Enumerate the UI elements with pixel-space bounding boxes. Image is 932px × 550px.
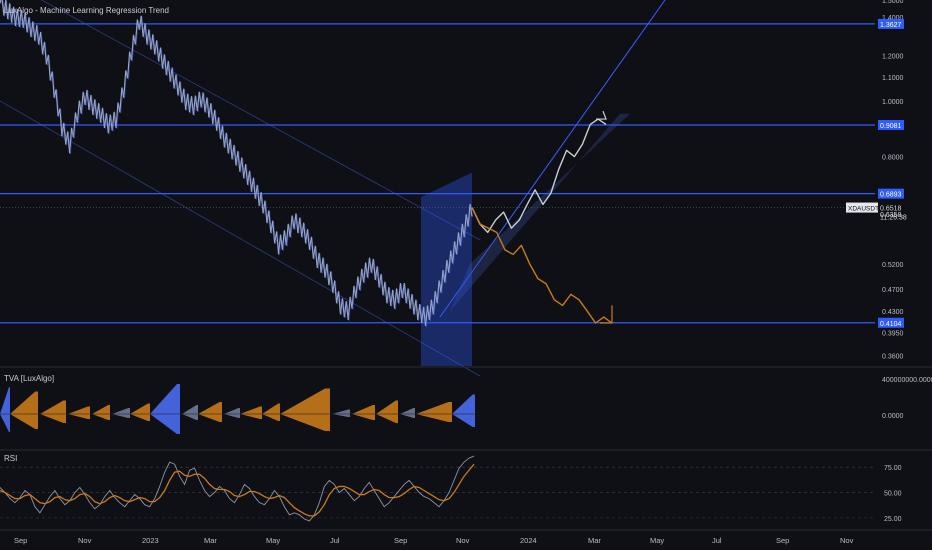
rsi-indicator-title: RSI <box>4 454 17 463</box>
price-axis-tick: 0.8000 <box>882 155 904 162</box>
rsi-axis-tick: 50.00 <box>884 491 902 498</box>
time-axis-label: Sep <box>394 536 407 545</box>
price-axis-tick: 0.4700 <box>882 287 904 294</box>
tva-indicator-title: TVA [LuxAlgo] <box>4 374 54 383</box>
price-axis-tick: 0.3950 <box>882 330 904 337</box>
price-axis-tick: 0.3600 <box>882 353 904 360</box>
time-axis-label: Nov <box>840 536 854 545</box>
rsi-axis-tick: 25.00 <box>884 516 902 523</box>
tva-axis-tick: 400000000.0000 <box>882 377 932 384</box>
price-axis-tick: 1.2000 <box>882 54 904 61</box>
time-axis-label: Mar <box>588 536 601 545</box>
time-axis-label: 2024 <box>520 536 537 545</box>
main-indicator-title: LuxAlgo - Machine Learning Regression Tr… <box>4 6 169 15</box>
symbol-label: XDAUSDT <box>848 206 879 213</box>
price-axis-tick: 0.4300 <box>882 309 904 316</box>
time-axis-label: Sep <box>776 536 789 545</box>
price-label: 0.9081 <box>880 123 902 130</box>
time-axis-label: Nov <box>456 536 470 545</box>
time-axis-label: May <box>650 536 664 545</box>
time-axis-label: 2023 <box>142 536 159 545</box>
price-axis-tick: 1.0000 <box>882 99 904 106</box>
time-axis-label: Jul <box>712 536 722 545</box>
price-axis-tick: 1.5000 <box>882 0 904 5</box>
chart-canvas: 1.50001.40001.20001.10001.00000.80000.52… <box>0 0 932 550</box>
countdown-label: 11:26:38 <box>880 215 907 222</box>
time-axis-label: Jul <box>330 536 340 545</box>
time-axis-label: May <box>266 536 280 545</box>
price-label: 0.6893 <box>880 192 902 199</box>
price-label: 1.3627 <box>880 22 902 29</box>
price-label: 0.4104 <box>880 321 902 328</box>
price-axis-tick: 1.1000 <box>882 75 904 82</box>
tva-axis-tick: 0.0000 <box>882 413 904 420</box>
time-axis-label: Nov <box>78 536 92 545</box>
time-axis-label: Mar <box>204 536 217 545</box>
rsi-axis-tick: 75.00 <box>884 465 902 472</box>
time-axis-label: Sep <box>14 536 27 545</box>
price-axis-tick: 0.5200 <box>882 262 904 269</box>
